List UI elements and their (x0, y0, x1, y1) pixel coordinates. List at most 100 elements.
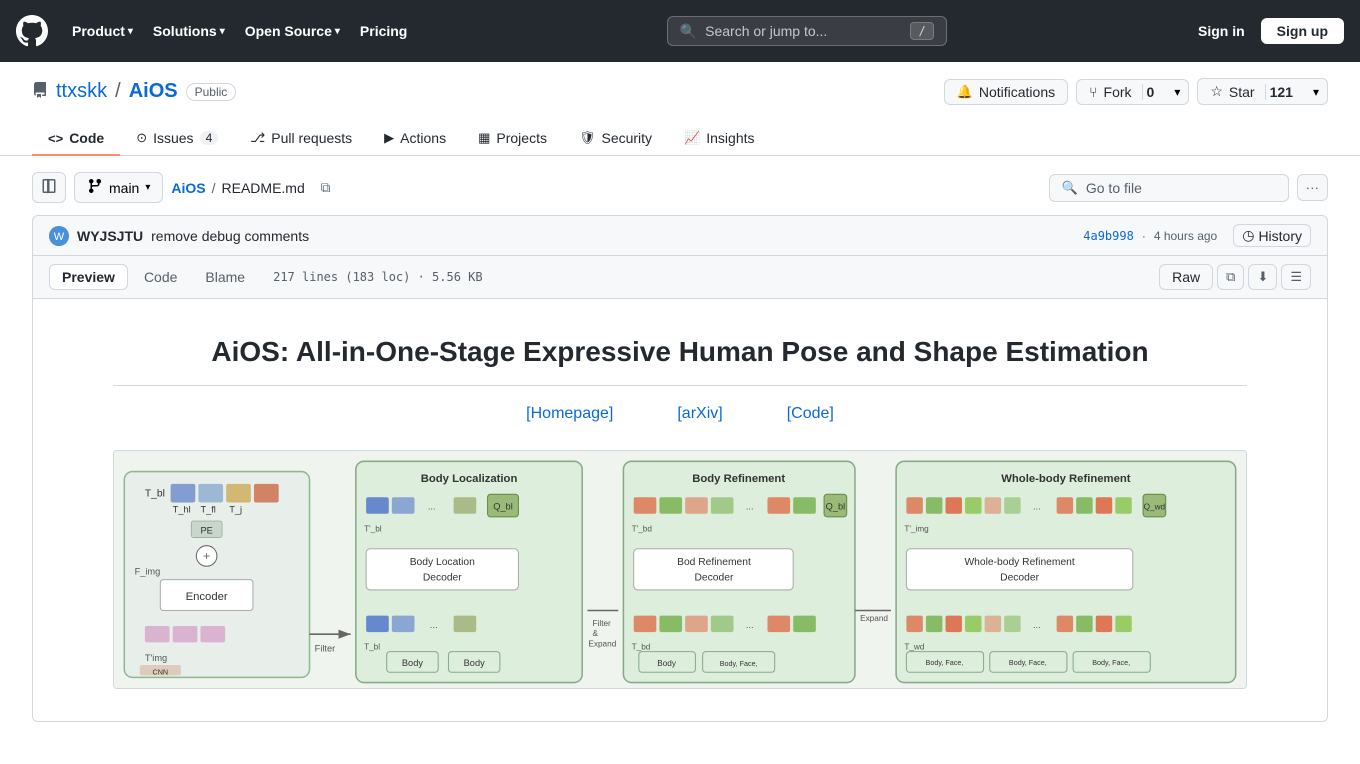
tab-projects[interactable]: ▦ Projects (462, 122, 563, 156)
preview-tab[interactable]: Preview (49, 264, 128, 290)
svg-text:Body Localization: Body Localization (421, 473, 518, 485)
svg-text:...: ... (746, 620, 754, 630)
code-link[interactable]: [Code] (787, 402, 834, 426)
nav-pricing[interactable]: Pricing (352, 17, 415, 45)
svg-text:T_bd: T_bd (632, 643, 651, 652)
tab-issues[interactable]: ⊙ Issues 4 (120, 122, 234, 156)
blame-tab[interactable]: Blame (193, 264, 257, 290)
github-logo[interactable] (16, 15, 48, 47)
commit-time: 4 hours ago (1154, 229, 1217, 243)
star-count: 121 (1265, 84, 1293, 100)
nav-open-source[interactable]: Open Source ▾ (237, 17, 348, 45)
insights-icon: 📈 (684, 130, 700, 146)
more-options-button[interactable]: ··· (1297, 174, 1328, 201)
repo-owner-link[interactable]: ttxskk (56, 80, 107, 103)
tab-insights[interactable]: 📈 Insights (668, 122, 770, 156)
copy-path-button[interactable]: ⧉ (313, 176, 339, 200)
sign-in-button[interactable]: Sign in (1198, 23, 1245, 39)
fork-dropdown-button[interactable]: ▾ (1166, 79, 1189, 105)
tab-security[interactable]: 🛡 Security (563, 122, 668, 156)
repo-title-row: ttxskk / AiOS Public 🔔 Notifications ⑂ F… (32, 78, 1328, 105)
go-to-file-search[interactable]: 🔍 Go to file (1049, 174, 1289, 202)
architecture-diagram: T_bl T_hl T_fl T_j PE + (113, 450, 1247, 689)
repo-name-link[interactable]: AiOS (129, 80, 178, 103)
svg-text:T_wd: T_wd (904, 643, 925, 652)
svg-text:Body, Face,: Body, Face, (720, 659, 758, 668)
svg-text:T_hl: T_hl (173, 505, 191, 515)
svg-text:Filter: Filter (593, 619, 612, 628)
svg-text:Encoder: Encoder (186, 591, 228, 603)
nav-product[interactable]: Product ▾ (64, 17, 141, 45)
repo-icon (32, 82, 48, 98)
code-tab[interactable]: Code (132, 264, 189, 290)
main-nav: Product ▾ Solutions ▾ Open Source ▾ Pric… (64, 17, 415, 45)
commit-avatar: W (49, 226, 69, 246)
tab-pr-label: Pull requests (271, 130, 352, 146)
download-button[interactable]: ⬇ (1248, 264, 1277, 290)
svg-text:T_j: T_j (229, 505, 242, 515)
sidebar-toggle-button[interactable] (32, 172, 66, 203)
tab-pull-requests[interactable]: ⎇ Pull requests (234, 122, 368, 156)
fork-button[interactable]: ⑂ Fork 0 (1076, 79, 1166, 105)
commit-info-bar: W WYJSJTU remove debug comments 4a9b998 … (32, 215, 1328, 256)
branch-icon (87, 178, 103, 197)
svg-text:Q_bl: Q_bl (826, 502, 846, 512)
svg-text:+: + (203, 549, 210, 563)
star-dropdown-button[interactable]: ▾ (1305, 78, 1328, 105)
file-view-tabs: Preview Code Blame (49, 264, 257, 290)
history-button[interactable]: ◷ History (1233, 224, 1311, 247)
issues-icon: ⊙ (136, 130, 147, 146)
arxiv-link[interactable]: [arXiv] (677, 402, 722, 426)
repo-type-icon (32, 82, 48, 101)
github-logo-icon (16, 15, 48, 47)
tab-insights-label: Insights (706, 130, 754, 146)
outline-icon: ☰ (1290, 269, 1302, 284)
history-button-label: History (1258, 228, 1302, 244)
fork-count: 0 (1142, 84, 1155, 100)
readme-content: AiOS: All-in-One-Stage Expressive Human … (33, 299, 1327, 721)
search-box[interactable]: 🔍 Search or jump to... / (667, 16, 947, 46)
pr-icon: ⎇ (250, 130, 265, 146)
svg-text:Body: Body (402, 658, 423, 668)
sign-up-button[interactable]: Sign up (1261, 18, 1344, 44)
tab-issues-label: Issues (153, 130, 193, 146)
header-auth: Sign in Sign up (1198, 18, 1344, 44)
tab-actions[interactable]: ▶ Actions (368, 122, 462, 156)
commit-hash-link[interactable]: 4a9b998 (1083, 229, 1134, 243)
svg-text:T_bl: T_bl (364, 643, 380, 652)
nav-solutions[interactable]: Solutions ▾ (145, 17, 233, 45)
tab-code[interactable]: <> Code (32, 122, 120, 156)
file-view-container: Preview Code Blame 217 lines (183 loc) ·… (32, 256, 1328, 722)
breadcrumb-separator: / (212, 180, 216, 196)
svg-text:Body, Face,: Body, Face, (926, 658, 964, 667)
branch-selector-button[interactable]: main ▾ (74, 172, 163, 203)
breadcrumb-current-file: README.md (222, 180, 305, 196)
copy-raw-button[interactable]: ⧉ (1217, 264, 1244, 290)
star-button-group: ☆ Star 121 ▾ (1197, 78, 1328, 105)
copy-icon: ⧉ (321, 180, 331, 195)
file-stats: 217 lines (183 loc) · 5.56 KB (273, 270, 483, 284)
breadcrumb-root-link[interactable]: AiOS (171, 180, 205, 196)
svg-text:...: ... (1033, 502, 1041, 512)
svg-text:Body, Face,: Body, Face, (1009, 658, 1047, 667)
copy-raw-icon: ⧉ (1226, 269, 1235, 284)
svg-text:Body Refinement: Body Refinement (692, 473, 785, 485)
svg-text:Decoder: Decoder (423, 573, 462, 584)
svg-text:Expand: Expand (588, 640, 616, 649)
svg-text:CNN: CNN (153, 667, 169, 676)
svg-text:Decoder: Decoder (1000, 573, 1039, 584)
arch-diagram-svg: T_bl T_hl T_fl T_j PE + (114, 451, 1246, 688)
notifications-button[interactable]: 🔔 Notifications (944, 79, 1068, 105)
commit-author-name[interactable]: WYJSJTU (77, 228, 143, 244)
svg-text:...: ... (430, 620, 438, 630)
svg-text:Body Location: Body Location (410, 557, 475, 568)
outline-button[interactable]: ☰ (1281, 264, 1311, 290)
svg-text:T_bl: T_bl (145, 488, 165, 499)
homepage-link[interactable]: [Homepage] (526, 402, 613, 426)
svg-text:T'_bl: T'_bl (364, 524, 382, 533)
file-toolbar: main ▾ AiOS / README.md ⧉ 🔍 Go to file ·… (0, 156, 1360, 215)
star-button[interactable]: ☆ Star 121 (1197, 78, 1305, 105)
search-shortcut-badge: / (910, 22, 933, 40)
raw-button[interactable]: Raw (1159, 264, 1213, 290)
svg-text:T_fl: T_fl (200, 505, 215, 515)
